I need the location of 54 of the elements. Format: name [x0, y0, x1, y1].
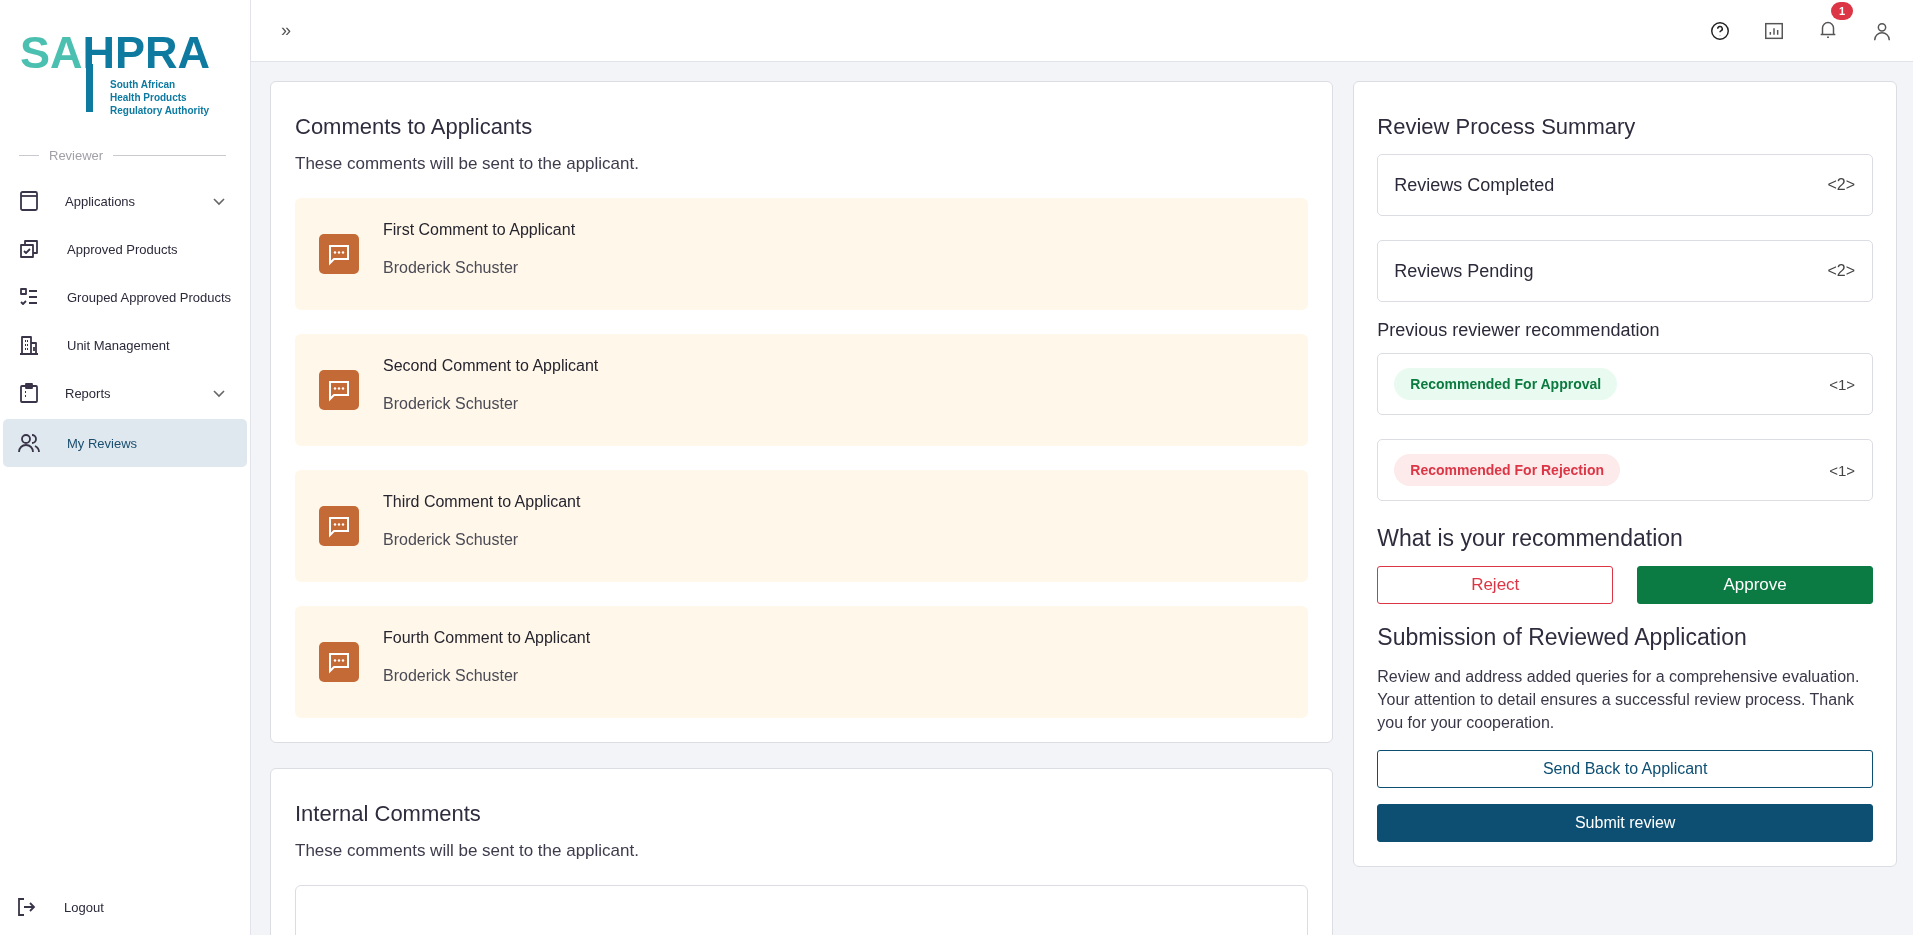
comment-author: Broderick Schuster — [383, 259, 520, 277]
card-title: Review Process Summary — [1377, 114, 1637, 140]
approve-button[interactable]: Approve — [1637, 566, 1873, 604]
counter-value: <2> — [1827, 176, 1855, 194]
logout-item[interactable]: Logout — [0, 883, 250, 931]
logo: SAHPRA South African Health Products Regulatory Authority — [20, 28, 212, 118]
reject-button[interactable]: Reject — [1377, 566, 1614, 604]
sidebar-item[interactable]: Applications — [3, 179, 247, 223]
count-value: <1> — [1829, 375, 1855, 393]
comment-icon — [319, 642, 359, 682]
section-label: Reviewer — [49, 148, 104, 163]
comment-title: Third Comment to Applicant — [383, 493, 581, 511]
comment-title: Fourth Comment to Applicant — [383, 629, 591, 647]
clipboard-icon — [17, 381, 41, 405]
book-icon — [17, 189, 41, 213]
comment-item[interactable]: Fourth Comment to Applicant Broderick Schuster — [295, 606, 1309, 718]
comment-author: Broderick Schuster — [383, 531, 520, 549]
card-subtitle: These comments will be sent to the applicant. — [295, 154, 640, 174]
users-icon — [17, 431, 41, 455]
send-back-button[interactable]: Send Back to Applicant — [1377, 750, 1873, 788]
submit-button[interactable]: Submit review — [1377, 804, 1873, 842]
notification-badge: 1 — [1831, 1, 1854, 20]
sidebar-item[interactable]: Unit Management — [3, 323, 247, 367]
comment-item[interactable]: Second Comment to Applicant Broderick Schuster — [295, 334, 1309, 446]
comment-item[interactable]: Third Comment to Applicant Broderick Schuster — [295, 470, 1309, 582]
card-subtitle: These comments will be sent to the applicant. — [295, 841, 640, 861]
comment-author: Broderick Schuster — [383, 395, 520, 413]
sidebar-item[interactable]: Grouped Approved Products — [3, 275, 247, 319]
counter-label: Reviews Pending — [1394, 260, 1534, 282]
count-value: <1> — [1829, 461, 1855, 479]
comment-icon — [319, 234, 359, 274]
counter-label: Reviews Completed — [1394, 174, 1555, 196]
card-title: Comments to Applicants — [295, 114, 534, 140]
expand-button[interactable]: » — [277, 20, 295, 41]
card-title: Internal Comments — [295, 801, 482, 827]
sidebar-item[interactable]: Reports — [3, 371, 247, 415]
sidebar-item[interactable]: My Reviews — [3, 419, 247, 467]
sidebar-item[interactable]: Approved Products — [3, 227, 247, 271]
section-title: Submission of Reviewed Application — [1377, 624, 1748, 651]
section-label: Previous reviewer recommendation — [1377, 320, 1661, 341]
comment-author: Broderick Schuster — [383, 667, 520, 685]
comment-item[interactable]: First Comment to Applicant Broderick Schuster — [295, 198, 1309, 310]
help-icon[interactable] — [1709, 19, 1731, 42]
status-pill: Recommended For Approval — [1394, 368, 1618, 400]
checked-copy-icon — [17, 237, 41, 261]
comment-icon — [319, 506, 359, 546]
comment-title: First Comment to Applicant — [383, 221, 576, 239]
section-title: What is your recommendation — [1377, 525, 1684, 552]
description-text: Review and address added queries for a comprehensive evaluation. Your attention to detail ensures a successful review process. Thank you for your cooperation. — [1377, 667, 1861, 733]
comment-title: Second Comment to Applicant — [383, 357, 599, 375]
counter-value: <2> — [1827, 262, 1855, 280]
status-pill: Recommended For Rejection — [1394, 454, 1620, 486]
building-icon — [17, 333, 41, 357]
comment-icon — [319, 370, 359, 410]
